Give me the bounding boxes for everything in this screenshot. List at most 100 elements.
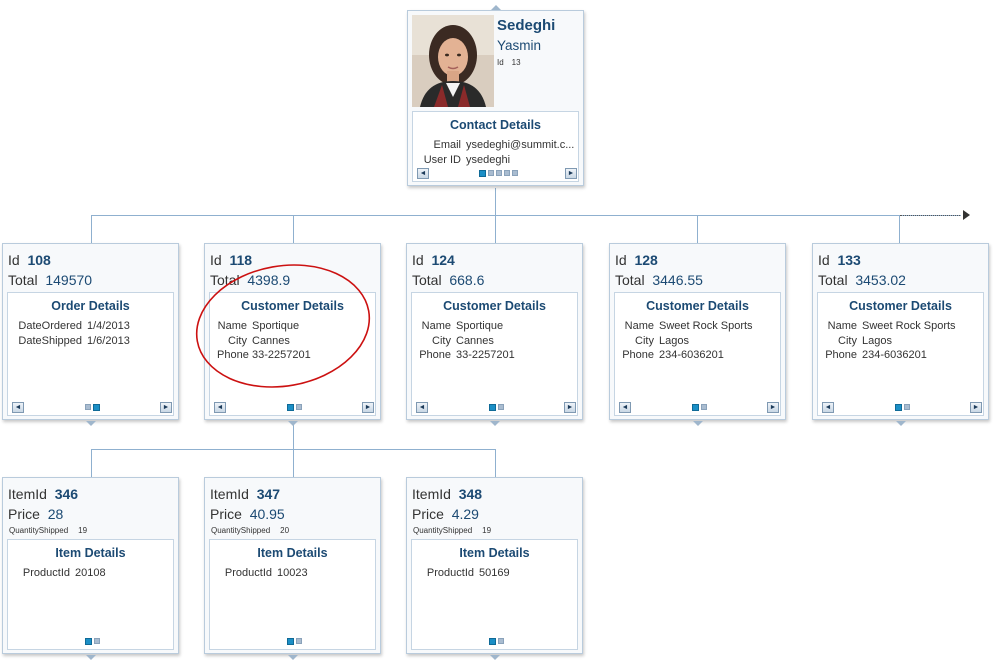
nav-left-arrow-icon[interactable]: ◄ [12, 402, 24, 413]
detail-row: Name Sportique [421, 320, 504, 332]
page-dot[interactable] [904, 404, 910, 410]
item-details-panel: Item Details ProductId 50169 [411, 539, 578, 650]
connector-level1-overflow [900, 215, 960, 216]
detail-row: Email ysedeghi@summit.c... [433, 139, 575, 151]
item-quantity: QuantityShipped 19 [413, 526, 492, 535]
customer-details-panel: Customer Details Name Sweet Rock Sports C… [817, 292, 984, 416]
nav-left-arrow-icon[interactable]: ◄ [619, 402, 631, 413]
order-node-card[interactable]: Id 124 Total 668.6 Customer Details Name… [406, 243, 583, 426]
expand-pointer[interactable] [86, 421, 96, 426]
panel-title: Customer Details [443, 299, 546, 313]
order-node-card[interactable]: Id 108 Total 149570 Order Details DateOr… [2, 243, 179, 426]
page-dot-active[interactable] [85, 638, 92, 645]
page-dot[interactable] [488, 170, 494, 176]
page-dot-active[interactable] [895, 404, 902, 411]
page-dot[interactable] [85, 404, 91, 410]
page-dot[interactable] [94, 638, 100, 644]
page-dot[interactable] [498, 404, 504, 410]
detail-row: ProductId 50169 [426, 567, 510, 579]
page-dot[interactable] [296, 404, 302, 410]
panel-title: Customer Details [849, 299, 952, 313]
page-dot-active[interactable] [479, 170, 486, 177]
nav-right-arrow-icon[interactable]: ► [362, 402, 374, 413]
detail-row: Name Sweet Rock Sports [827, 320, 956, 332]
page-dot[interactable] [496, 170, 502, 176]
expand-pointer[interactable] [490, 655, 500, 660]
connector-to-item-346 [91, 449, 92, 477]
expand-pointer[interactable] [896, 421, 906, 426]
page-dot-active[interactable] [489, 638, 496, 645]
item-node-card[interactable]: ItemId 346 Price 28 QuantityShipped 19 It… [2, 477, 179, 660]
order-node-card[interactable]: Id 133 Total 3453.02 Customer Details Na… [812, 243, 989, 426]
detail-row: Phone 234-6036201 [825, 349, 927, 361]
detail-row: DateShipped 1/6/2013 [18, 334, 130, 347]
root-node-card[interactable]: Sedeghi Yasmin Id 13 Contact Details Emai… [407, 5, 584, 186]
order-id: Id 108 [8, 252, 51, 268]
page-dot-active[interactable] [489, 404, 496, 411]
root-first-name: Yasmin [497, 38, 542, 53]
nav-right-arrow-icon[interactable]: ► [565, 168, 577, 179]
customer-details-panel: Customer Details Name Sweet Rock Sports C… [614, 292, 781, 416]
page-dot-active[interactable] [287, 404, 294, 411]
page-dot-active[interactable] [287, 638, 294, 645]
panel-page-dots[interactable] [85, 404, 100, 411]
nav-left-arrow-icon[interactable]: ◄ [417, 168, 429, 179]
panel-page-dots[interactable] [692, 404, 707, 411]
order-node-card[interactable]: Id 128 Total 3446.55 Customer Details Na… [609, 243, 786, 426]
expand-pointer[interactable] [490, 421, 500, 426]
page-dot[interactable] [504, 170, 510, 176]
order-total: Total 3453.02 [818, 272, 906, 288]
item-quantity: QuantityShipped 19 [9, 526, 88, 535]
panel-rows: Email ysedeghi@summit.c... User ID ysedegh… [419, 138, 575, 167]
detail-row: ProductId 20108 [22, 567, 106, 579]
panel-page-dots[interactable] [489, 638, 504, 645]
item-node-card[interactable]: ItemId 348 Price 4.29 QuantityShipped 19 … [406, 477, 583, 660]
detail-row: User ID ysedeghi [423, 153, 511, 166]
panel-page-dots[interactable] [895, 404, 910, 411]
more-siblings-arrow-icon[interactable] [963, 210, 970, 220]
item-id: ItemId 347 [210, 486, 281, 502]
nav-left-arrow-icon[interactable]: ◄ [214, 402, 226, 413]
detail-row: City Cannes [432, 334, 494, 347]
page-dot[interactable] [701, 404, 707, 410]
panel-rows: Name Sportique City Cannes Phone 33-2257201 [419, 319, 515, 363]
connector-to-order-118 [293, 215, 294, 243]
detail-row: City Lagos [838, 334, 892, 347]
customer-details-panel: Customer Details Name Sportique City Canne… [411, 292, 578, 416]
order-total: Total 3446.55 [615, 272, 703, 288]
page-dot-active[interactable] [692, 404, 699, 411]
panel-title: Item Details [459, 546, 530, 560]
nav-right-arrow-icon[interactable]: ► [767, 402, 779, 413]
nav-right-arrow-icon[interactable]: ► [970, 402, 982, 413]
page-dot-active[interactable] [93, 404, 100, 411]
panel-title: Customer Details [646, 299, 749, 313]
page-dot[interactable] [498, 638, 504, 644]
item-node-card[interactable]: ItemId 347 Price 40.95 QuantityShipped 20… [204, 477, 381, 660]
page-dot[interactable] [296, 638, 302, 644]
page-dot[interactable] [512, 170, 518, 176]
panel-page-dots[interactable] [287, 638, 302, 645]
expand-pointer[interactable] [693, 421, 703, 426]
order-id: Id 133 [818, 252, 861, 268]
nav-right-arrow-icon[interactable]: ► [160, 402, 172, 413]
nav-right-arrow-icon[interactable]: ► [564, 402, 576, 413]
panel-page-dots[interactable] [479, 170, 518, 177]
panel-page-dots[interactable] [287, 404, 302, 411]
item-id: ItemId 346 [8, 486, 79, 502]
order-total: Total 668.6 [412, 272, 485, 288]
connector-to-item-347 [293, 449, 294, 477]
nav-left-arrow-icon[interactable]: ◄ [416, 402, 428, 413]
panel-page-dots[interactable] [489, 404, 504, 411]
order-id: Id 128 [615, 252, 658, 268]
expand-pointer[interactable] [288, 421, 298, 426]
panel-page-dots[interactable] [85, 638, 100, 645]
panel-title: Item Details [257, 546, 328, 560]
highlight-annotation-circle [195, 264, 371, 388]
expand-pointer[interactable] [288, 655, 298, 660]
connector-to-order-108 [91, 215, 92, 243]
detail-row: ProductId 10023 [224, 567, 308, 579]
panel-rows: Name Sweet Rock Sports City Lagos Phone 234… [825, 319, 956, 363]
expand-pointer[interactable] [86, 655, 96, 660]
order-details-panel: Order Details DateOrdered 1/4/2013 DateSh… [7, 292, 174, 416]
nav-left-arrow-icon[interactable]: ◄ [822, 402, 834, 413]
